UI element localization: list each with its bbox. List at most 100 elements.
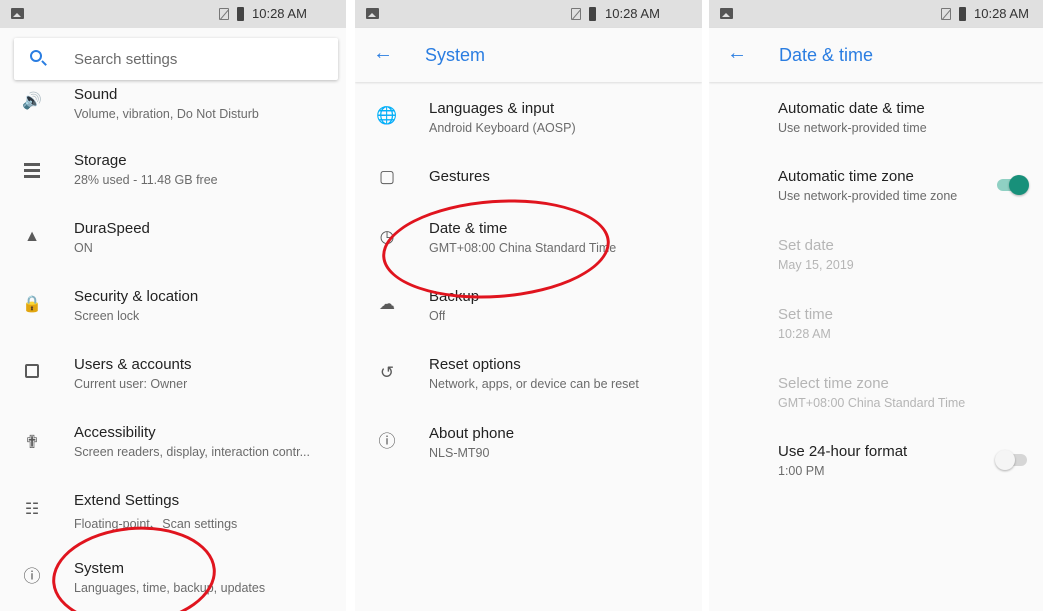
- clock-icon: ◷: [379, 227, 395, 246]
- system-item-languages[interactable]: 🌐 Languages & input Android Keyboard (AO…: [355, 100, 702, 162]
- accessibility-icon: ✟: [24, 432, 40, 452]
- settings-item-storage[interactable]: Storage 28% used - 11.48 GB free: [0, 152, 346, 214]
- item-title: Security & location: [74, 288, 199, 305]
- settings-item-security[interactable]: 🔒 Security & location Screen lock: [0, 288, 346, 350]
- toggle-knob: [995, 450, 1015, 470]
- image-notification-icon: [11, 8, 24, 19]
- system-item-about[interactable]: ⓘ About phone NLS-MT90: [355, 425, 702, 487]
- item-subtitle: Current user: Owner: [74, 377, 188, 391]
- settings-item-duraspeed[interactable]: ▲ DuraSpeed ON: [0, 220, 346, 282]
- system-item-backup[interactable]: ☁ Backup Off: [355, 288, 702, 350]
- system-item-date-time[interactable]: ◷ Date & time GMT+08:00 China Standard T…: [355, 220, 702, 282]
- item-title: Automatic time zone: [778, 168, 914, 185]
- item-title: Set date: [778, 237, 834, 254]
- toggle-knob: [1009, 175, 1029, 195]
- item-title: Reset options: [429, 356, 521, 373]
- battery-icon: [959, 7, 966, 21]
- settings-item-extend[interactable]: ☷ Extend Settings Floating-point、Scan se…: [0, 492, 346, 554]
- status-time: 10:28 AM: [974, 6, 1029, 21]
- settings-panel: 10:28 AM Search settings 🔊 Sound Volume,…: [0, 0, 346, 611]
- cloud-upload-icon: ☁: [379, 296, 395, 313]
- item-subtitle: 1:00 PM: [778, 464, 825, 478]
- datetime-item-select-timezone: Select time zone GMT+08:00 China Standar…: [709, 375, 1043, 437]
- status-time: 10:28 AM: [252, 6, 307, 21]
- datetime-item-set-time: Set time 10:28 AM: [709, 306, 1043, 368]
- item-subtitle: Screen readers, display, interaction con…: [74, 445, 310, 459]
- status-time: 10:28 AM: [605, 6, 660, 21]
- no-sim-icon: [941, 8, 951, 20]
- battery-icon: [237, 7, 244, 21]
- item-subtitle: Screen lock: [74, 309, 140, 323]
- item-title: System: [74, 560, 125, 577]
- search-bar[interactable]: Search settings: [14, 38, 338, 80]
- automatic-timezone-toggle[interactable]: [997, 175, 1029, 195]
- item-title: Gestures: [429, 168, 490, 185]
- item-title: Set time: [778, 306, 834, 323]
- no-sim-icon: [571, 8, 581, 20]
- page-title: Date & time: [779, 45, 874, 65]
- item-title: Date & time: [429, 220, 508, 237]
- item-subtitle: NLS-MT90: [429, 446, 490, 460]
- item-subtitle: Use network-provided time: [778, 121, 927, 135]
- item-title: Backup: [429, 288, 480, 305]
- back-arrow-icon[interactable]: ←: [727, 43, 747, 63]
- 24-hour-format-toggle[interactable]: [995, 450, 1027, 470]
- no-sim-icon: [219, 8, 229, 20]
- item-subtitle: Use network-provided time zone: [778, 189, 958, 203]
- item-subtitle: Network, apps, or device can be reset: [429, 377, 639, 391]
- image-notification-icon: [366, 8, 379, 19]
- item-subtitle: GMT+08:00 China Standard Time: [429, 241, 617, 255]
- item-subtitle: 28% used - 11.48 GB free: [74, 173, 218, 187]
- system-panel: 10:28 AM ← System 🌐 Languages & input An…: [355, 0, 702, 611]
- settings-item-users[interactable]: Users & accounts Current user: Owner: [0, 356, 346, 418]
- item-title: Select time zone: [778, 375, 889, 392]
- item-subtitle: May 15, 2019: [778, 258, 854, 272]
- settings-item-system[interactable]: ⓘ System Languages, time, backup, update…: [0, 560, 346, 611]
- page-title: System: [425, 45, 486, 65]
- datetime-item-automatic-date[interactable]: Automatic date & time Use network-provid…: [709, 100, 1043, 162]
- storage-icon: [20, 160, 44, 184]
- image-notification-icon: [720, 8, 733, 19]
- item-title: Automatic date & time: [778, 100, 925, 117]
- item-title: Storage: [74, 152, 127, 169]
- item-subtitle: Floating-point、Scan settings: [74, 517, 238, 531]
- item-subtitle: Android Keyboard (AOSP): [429, 121, 576, 135]
- settings-item-sound[interactable]: 🔊 Sound Volume, vibration, Do Not Distur…: [0, 86, 346, 148]
- gesture-icon: ▢: [378, 167, 396, 186]
- item-title: DuraSpeed: [74, 220, 150, 237]
- settings-item-accessibility[interactable]: ✟ Accessibility Screen readers, display,…: [0, 424, 346, 486]
- item-title: Languages & input: [429, 100, 555, 117]
- item-title: Sound: [74, 86, 118, 103]
- status-bar: 10:28 AM: [709, 0, 1043, 28]
- datetime-item-automatic-timezone[interactable]: Automatic time zone Use network-provided…: [709, 168, 1043, 230]
- datetime-item-24-hour[interactable]: Use 24-hour format 1:00 PM: [709, 443, 1043, 505]
- item-subtitle: Off: [429, 309, 446, 323]
- search-placeholder: Search settings: [74, 51, 178, 68]
- item-title: Accessibility: [74, 424, 156, 441]
- item-title: Use 24-hour format: [778, 443, 908, 460]
- back-arrow-icon[interactable]: ←: [373, 43, 393, 63]
- status-bar: 10:28 AM: [355, 0, 702, 28]
- item-subtitle: Languages, time, backup, updates: [74, 581, 266, 595]
- system-item-reset[interactable]: ↺ Reset options Network, apps, or device…: [355, 356, 702, 418]
- lock-icon: 🔒: [22, 296, 42, 313]
- account-icon: [20, 361, 44, 385]
- volume-icon: 🔊: [22, 93, 42, 110]
- rocket-icon: ▲: [24, 228, 40, 245]
- info-icon: ⓘ: [378, 432, 396, 451]
- item-subtitle: ON: [74, 241, 93, 255]
- item-subtitle: Volume, vibration, Do Not Disturb: [74, 107, 259, 121]
- app-bar: ← Date & time: [709, 28, 1043, 82]
- app-bar: ← System: [355, 28, 702, 82]
- history-icon: ↺: [379, 363, 395, 382]
- item-subtitle: 10:28 AM: [778, 327, 831, 341]
- info-icon: ⓘ: [23, 567, 41, 586]
- globe-icon: 🌐: [376, 106, 398, 125]
- item-title: Extend Settings: [74, 492, 180, 509]
- status-bar: 10:28 AM: [0, 0, 346, 28]
- battery-icon: [589, 7, 596, 21]
- item-subtitle: GMT+08:00 China Standard Time: [778, 396, 966, 410]
- search-icon: [30, 50, 42, 62]
- item-title: Users & accounts: [74, 356, 192, 373]
- date-time-panel: 10:28 AM ← Date & time Automatic date & …: [709, 0, 1043, 611]
